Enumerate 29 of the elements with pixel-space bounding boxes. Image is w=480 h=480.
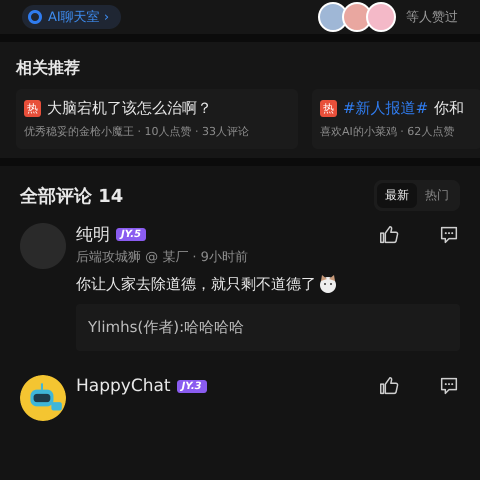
section-title: 相关推荐 (16, 58, 81, 79)
sort-tab[interactable]: 热门 (417, 183, 457, 208)
user-meta: 后端攻城狮 @ 某厂 · 9小时前 (76, 249, 249, 266)
topic-button[interactable]: AI聊天室 › (22, 5, 122, 29)
comment-text: 你让人家去除道德，就只剩不道德了 (76, 274, 316, 294)
hot-badge: 热 (320, 100, 337, 117)
article-card[interactable]: 热 大脑宕机了该怎么治啊？ 优秀稳妥的金枪小魔王 · 10人点赞 · 33人评论 (16, 89, 298, 149)
article-meta: 优秀稳妥的金枪小魔王 · 10人点赞 · 33人评论 (24, 124, 250, 139)
user-name[interactable]: HappyChat (76, 376, 171, 396)
user-name[interactable]: 纯明 (76, 223, 110, 246)
thumbs-up-icon[interactable] (378, 375, 400, 397)
hot-badge: 热 (24, 100, 41, 117)
level-badge: JY.5 (116, 228, 146, 241)
article-meta: 喜欢AI的小菜鸡 · 62人点赞 (320, 124, 456, 139)
likes-text: 等人赞过 (406, 9, 458, 26)
article-title: 大脑宕机了该怎么治啊？ (47, 99, 212, 118)
level-badge: JY.3 (176, 380, 207, 392)
section-title: 全部评论 14 (20, 184, 124, 208)
avatar (366, 2, 396, 32)
robot-avatar (20, 375, 66, 421)
article-card[interactable]: 热 #新人报道# 你和 喜欢AI的小菜鸡 · 62人点赞 (312, 89, 480, 149)
sort-tab[interactable]: 最新 (377, 183, 417, 208)
article-title: 你和 (434, 99, 464, 118)
topic-tag[interactable]: #新人报道# (343, 99, 428, 118)
reply-box: Ylimhs(作者):哈哈哈哈 (76, 304, 460, 351)
comment-icon[interactable] (438, 375, 460, 397)
thumbs-up-icon[interactable] (378, 224, 400, 246)
topic-icon (28, 10, 42, 24)
cat-emoji-icon (318, 274, 338, 294)
